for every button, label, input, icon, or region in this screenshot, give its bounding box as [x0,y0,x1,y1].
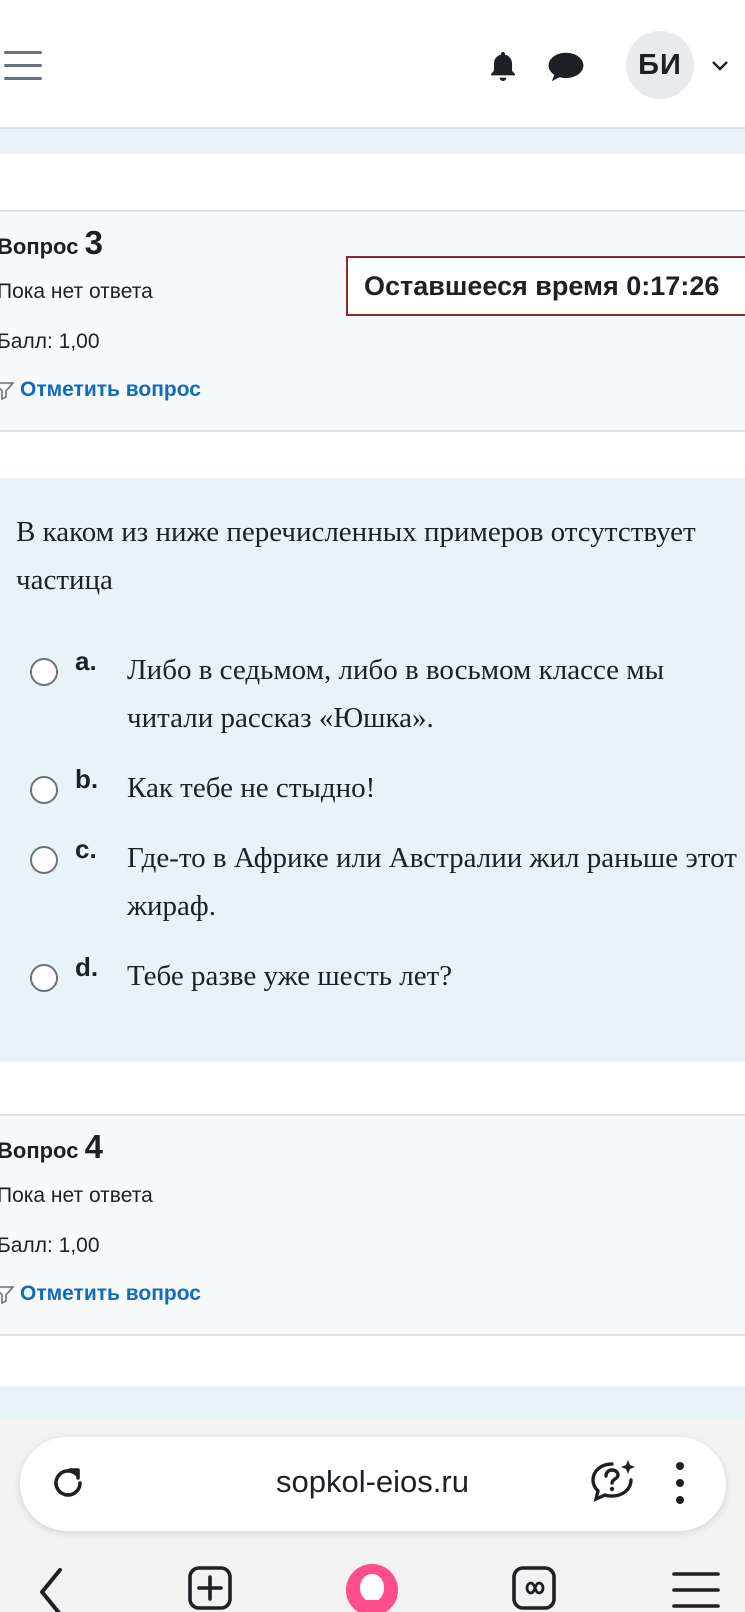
answer-text: Где-то в Африке или Австралии жил раньше… [127,842,737,922]
answer-letter: b. [75,764,99,794]
answer-option-a[interactable]: a. Либо в седьмом, либо в восьмом классе… [30,646,730,742]
answer-text: Как тебе не стыдно! [127,772,376,804]
answer-text: Либо в седьмом, либо в восьмом классе мы… [127,654,665,734]
radio-button-a[interactable] [30,658,58,686]
chevron-down-icon[interactable] [710,56,730,76]
radio-button-d[interactable] [30,964,58,992]
top-navbar: БИ [0,0,745,129]
question-2-tail [0,129,745,154]
question-4-title: Вопрос 4 [0,1128,103,1166]
answer-letter: d. [75,952,99,982]
flag-question-label: Отметить вопрос [20,1282,201,1305]
menu-icon[interactable] [668,1560,724,1612]
question-4-info: Вопрос 4 Пока нет ответа Балл: 1,00 Отме… [0,1114,745,1336]
question-label: Вопрос [0,234,79,259]
question-number: 3 [84,224,103,261]
flag-question-link[interactable]: Отметить вопрос [0,1282,201,1306]
question-3-content: В каком из ниже перечисленных примеров о… [0,478,745,1062]
answer-option-d[interactable]: d. Тебе разве уже шесть лет? [30,952,730,1000]
assistant-icon[interactable] [588,1456,638,1506]
flag-icon [0,1286,14,1304]
remaining-time: Оставшееся время 0:17:26 [346,256,745,316]
more-icon[interactable] [672,1460,688,1506]
question-grade: Балл: 1,00 [0,1234,100,1257]
radio-button-c[interactable] [30,846,58,874]
question-3-title: Вопрос 3 [0,224,103,262]
question-3-info: Вопрос 3 Пока нет ответа Балл: 1,00 Отме… [0,210,745,432]
new-tab-icon[interactable] [182,1560,238,1612]
back-icon[interactable] [28,1560,84,1612]
flag-question-label: Отметить вопрос [20,378,201,401]
hamburger-menu-icon[interactable] [0,48,42,82]
user-avatar[interactable]: БИ [626,31,694,99]
question-grade: Балл: 1,00 [0,330,100,353]
tabs-icon[interactable] [506,1560,562,1612]
answer-letter: c. [75,834,97,864]
question-prompt: В каком из ниже перечисленных примеров о… [16,516,696,596]
flag-icon [0,382,14,400]
question-state: Пока нет ответа [0,280,153,303]
answer-option-c[interactable]: c. Где-то в Африке или Австралии жил ран… [30,834,737,930]
question-state: Пока нет ответа [0,1184,153,1207]
chat-icon[interactable] [547,51,585,83]
alice-icon[interactable] [344,1560,400,1612]
question-label: Вопрос [0,1138,79,1163]
radio-button-b[interactable] [30,776,58,804]
bell-icon[interactable] [486,48,520,84]
flag-question-link[interactable]: Отметить вопрос [0,378,201,402]
answer-option-b[interactable]: b. Как тебе не стыдно! [30,764,730,812]
answer-text: Тебе разве уже шесть лет? [127,960,453,992]
question-number: 4 [84,1128,103,1165]
answer-letter: a. [75,646,97,676]
